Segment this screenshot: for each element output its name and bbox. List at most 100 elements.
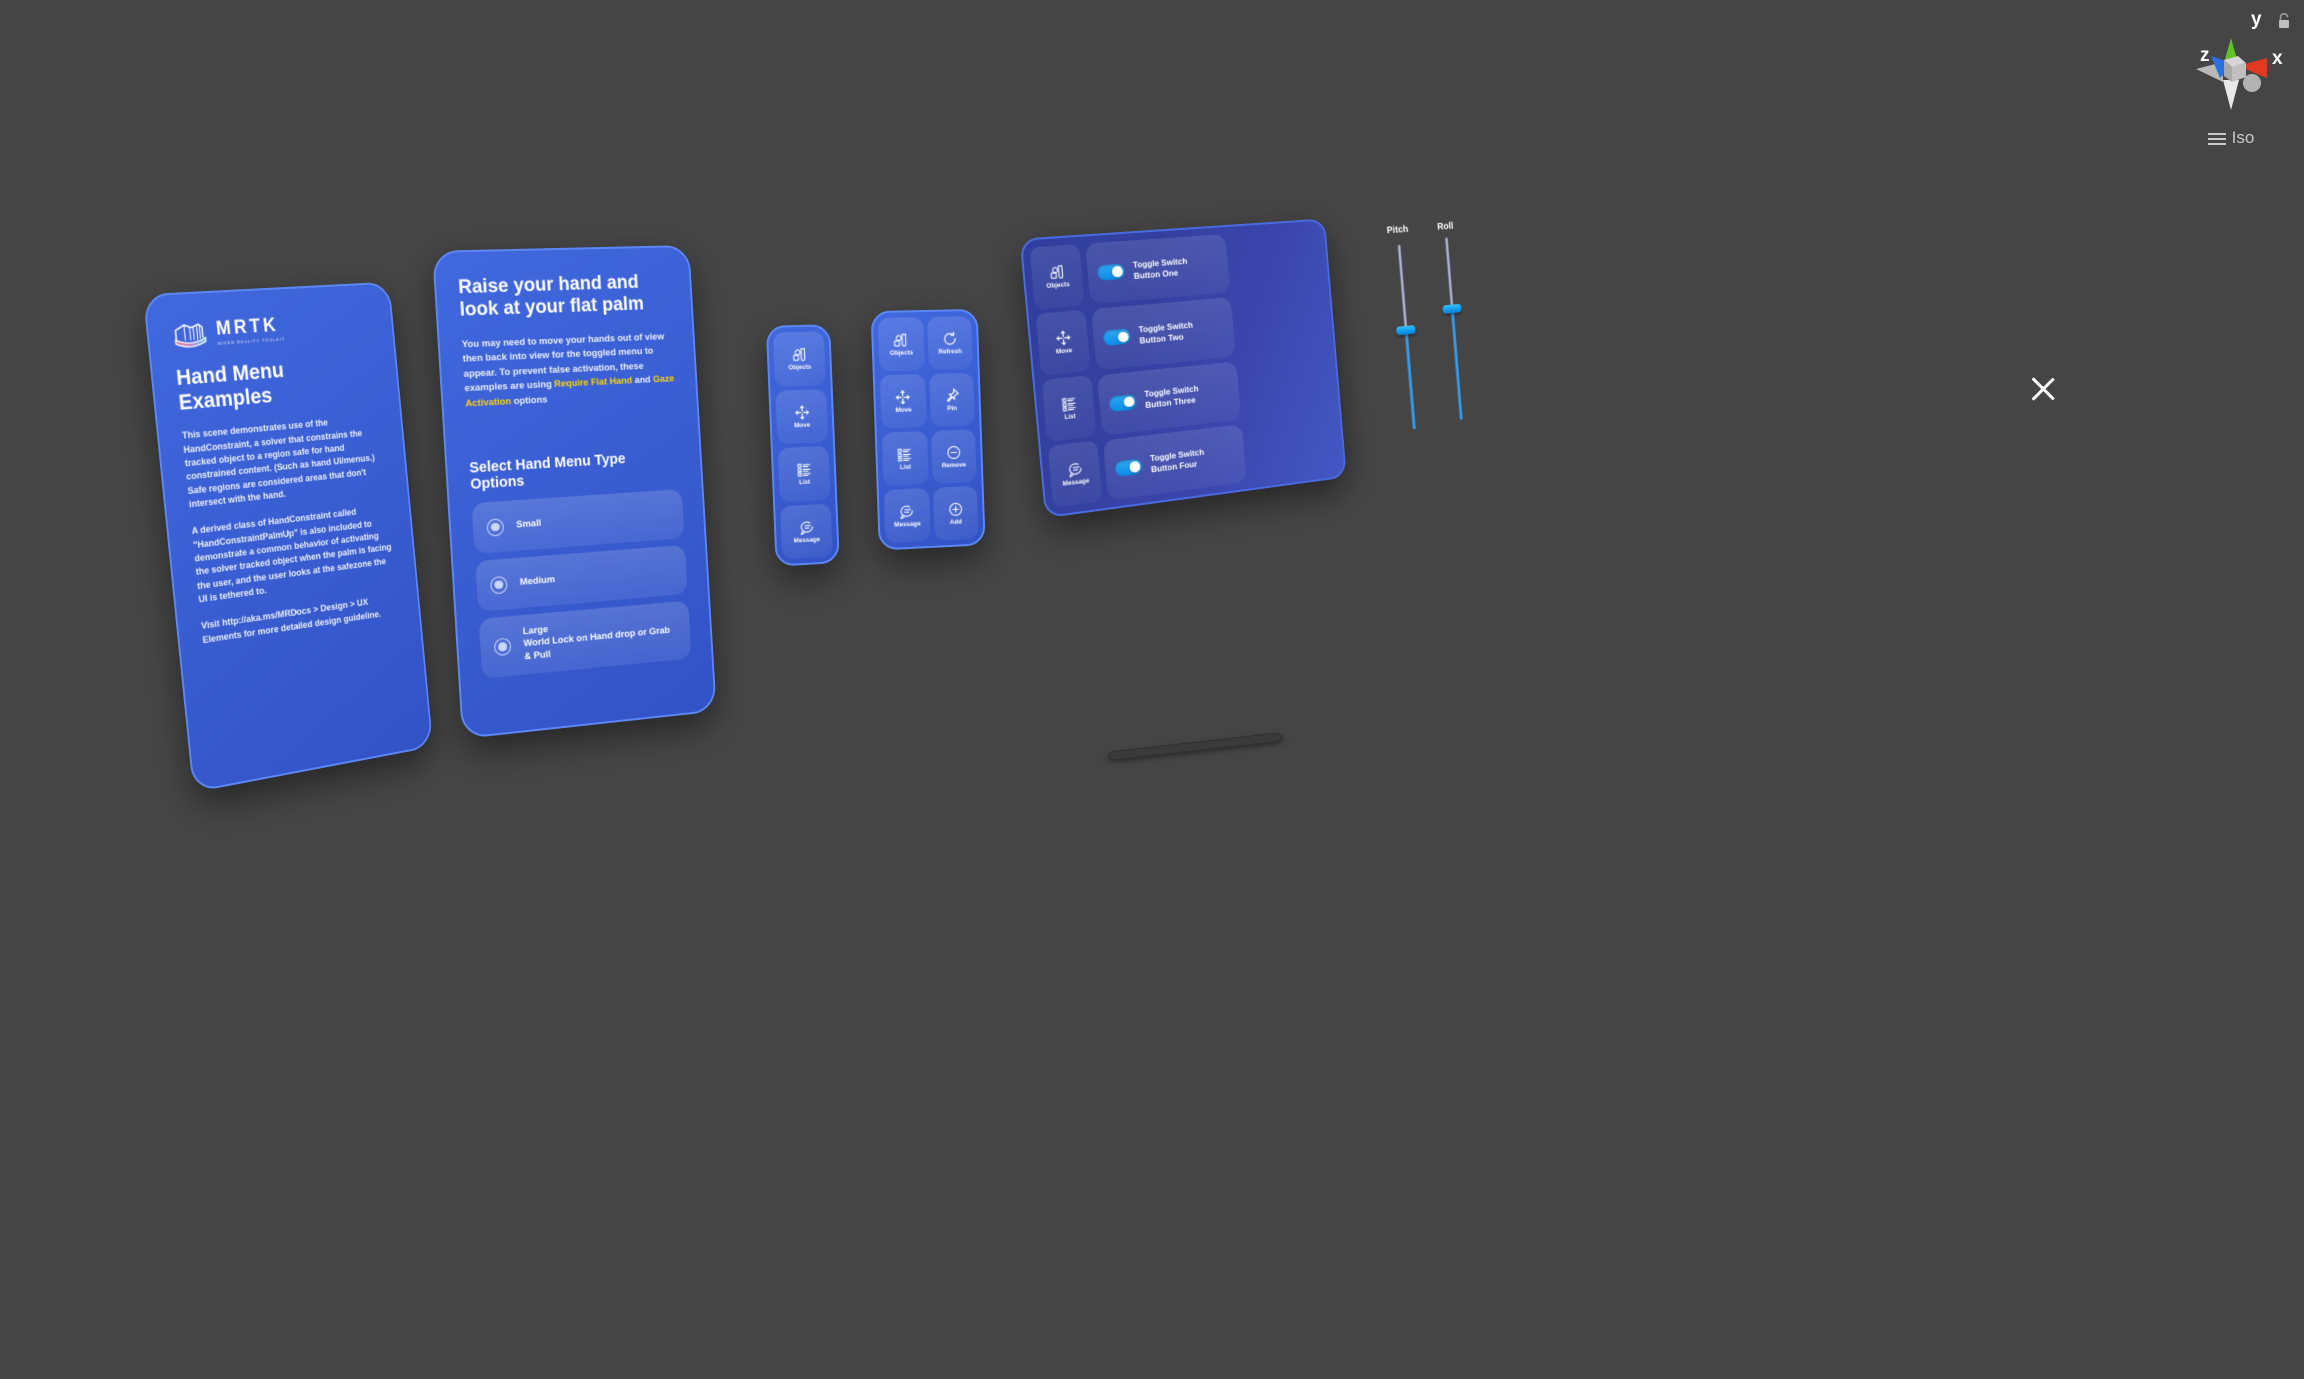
axis-label-z: z xyxy=(2200,45,2210,66)
info-paragraph-2: A derived class of HandConstraint called… xyxy=(191,505,392,605)
menu-button-message[interactable]: Message xyxy=(1047,440,1103,508)
axis-label-y: y xyxy=(2251,9,2262,30)
menu-button-list[interactable]: List xyxy=(881,431,929,486)
menu-button-refresh[interactable]: Refresh xyxy=(926,315,973,370)
pitch-slider-label: Pitch xyxy=(1386,223,1409,237)
menu-button-remove[interactable]: Remove xyxy=(930,429,977,484)
radio-option-large[interactable]: Large World Lock on Hand drop or Grab & … xyxy=(478,600,692,680)
move-icon xyxy=(1054,329,1072,348)
menu-button-move[interactable]: Move xyxy=(1035,309,1091,376)
menu-button-label: Move xyxy=(895,406,912,414)
toggle-switch-two[interactable] xyxy=(1102,328,1132,347)
info-body: This scene demonstrates use of the HandC… xyxy=(181,411,399,646)
raise-hand-title: Raise your hand and look at your flat pa… xyxy=(457,271,645,321)
mrtk-headset-icon xyxy=(171,320,210,353)
roll-slider-label: Roll xyxy=(1436,220,1454,233)
objects-icon xyxy=(791,348,806,363)
toggle-switch-row-one[interactable]: Toggle Switch Button One xyxy=(1085,234,1231,305)
menu-button-label: Add xyxy=(949,518,963,526)
menu-button-label: Objects xyxy=(889,349,914,357)
menu-button-list[interactable]: List xyxy=(777,445,831,502)
raise-body-part-3: options xyxy=(510,393,548,407)
slider-group: Pitch Roll xyxy=(1231,220,1463,482)
pitch-slider[interactable]: Pitch xyxy=(1378,221,1436,462)
radio-indicator-icon xyxy=(493,637,512,657)
radio-indicator-icon xyxy=(489,575,508,594)
hand-menu-examples-info-panel: MRTK MIXED REALITY TOOLKIT Hand Menu Exa… xyxy=(142,281,434,793)
toggle-switch-three[interactable] xyxy=(1108,393,1138,412)
toggle-switch-two-label: Toggle Switch Button Two xyxy=(1138,319,1194,346)
radio-option-label: Large World Lock on Hand drop or Grab & … xyxy=(523,612,679,663)
pin-icon xyxy=(943,387,960,404)
menu-button-label: List xyxy=(798,478,811,487)
toggle-switch-one[interactable] xyxy=(1096,263,1126,281)
hand-menu-type-radio-group: Small Medium Large World Lock on Hand dr… xyxy=(471,489,692,680)
menu-button-label: Objects xyxy=(788,363,812,372)
page-title: Hand Menu Examples xyxy=(175,357,285,416)
backplate-slab xyxy=(1108,732,1283,761)
toggle-switch-list: Toggle Switch Button One Toggle Switch B… xyxy=(1085,234,1247,501)
menu-button-label: Message xyxy=(793,535,821,545)
toggle-switch-one-label: Toggle Switch Button One xyxy=(1132,255,1188,281)
move-icon xyxy=(894,388,911,406)
menu-button-label: List xyxy=(1064,413,1077,422)
radio-indicator-icon xyxy=(486,517,505,537)
radio-option-medium-label: Medium xyxy=(519,573,556,588)
refresh-icon xyxy=(941,330,958,347)
select-hand-menu-type-heading: Select Hand Menu Type Options xyxy=(468,451,626,494)
info-paragraph-1: This scene demonstrates use of the HandC… xyxy=(181,416,376,510)
menu-button-label: Refresh xyxy=(938,347,962,356)
message-icon xyxy=(898,502,915,520)
menu-button-label: List xyxy=(899,463,912,471)
list-icon xyxy=(1060,394,1078,413)
menu-button-label: Objects xyxy=(1046,281,1071,291)
toggle-switch-row-three[interactable]: Toggle Switch Button Three xyxy=(1096,360,1242,436)
objects-icon xyxy=(1048,263,1066,282)
raise-hand-body: You may need to move your hands out of v… xyxy=(461,330,676,411)
toggle-switch-row-two[interactable]: Toggle Switch Button Two xyxy=(1091,297,1236,370)
menu-button-message[interactable]: Message xyxy=(883,488,931,544)
remove-icon xyxy=(945,444,962,462)
raise-body-part-2: and xyxy=(631,374,654,387)
menu-button-objects[interactable]: Objects xyxy=(772,331,826,387)
radio-option-label: Small xyxy=(516,517,542,531)
roll-slider-fill xyxy=(1450,308,1463,420)
menu-button-move[interactable]: Move xyxy=(879,374,927,429)
projection-mode-toggle[interactable]: Iso xyxy=(2166,128,2296,148)
pitch-slider-fill xyxy=(1404,329,1416,430)
roll-slider-thumb[interactable] xyxy=(1442,303,1462,314)
radio-option-small[interactable]: Small xyxy=(471,489,685,555)
require-flat-hand-highlight: Require Flat Hand xyxy=(553,375,633,391)
add-icon xyxy=(947,500,964,518)
toggle-switch-three-label: Toggle Switch Button Three xyxy=(1144,383,1200,411)
menu-button-pin[interactable]: Pin xyxy=(928,372,975,427)
mrtk-logo: MRTK MIXED REALITY TOOLKIT xyxy=(171,310,373,353)
menu-button-label: Move xyxy=(1055,347,1073,357)
toggle-switch-four[interactable] xyxy=(1114,458,1143,477)
scene-view-gizmo[interactable]: y x z Iso xyxy=(2166,4,2296,164)
toggle-switch-four-label: Toggle Switch Button Four xyxy=(1150,447,1206,476)
close-icon[interactable] xyxy=(2026,372,2060,406)
mrtk-wordmark: MRTK xyxy=(215,314,280,340)
menu-button-list[interactable]: List xyxy=(1041,375,1097,443)
toggle-switch-row-four[interactable]: Toggle Switch Button Four xyxy=(1102,423,1247,501)
menu-button-message[interactable]: Message xyxy=(780,503,833,560)
pitch-slider-thumb[interactable] xyxy=(1396,325,1416,336)
menu-button-label: Message xyxy=(1062,477,1090,489)
hand-menu-small: Objects Move List Message xyxy=(765,324,840,567)
menu-button-objects[interactable]: Objects xyxy=(1029,244,1085,310)
menu-bars-icon xyxy=(2207,132,2226,145)
roll-slider[interactable]: Roll xyxy=(1426,218,1482,456)
menu-button-move[interactable]: Move xyxy=(775,388,829,445)
unity-scene-view: y x z Iso MRTK MIXED REALITY TOOLKIT Han… xyxy=(0,0,2304,1379)
menu-button-objects[interactable]: Objects xyxy=(877,317,925,372)
radio-option-medium[interactable]: Medium xyxy=(475,544,688,612)
radio-option-small-label: Small xyxy=(515,517,542,531)
raise-hand-panel: Raise your hand and look at your flat pa… xyxy=(432,244,717,740)
hand-menu-large: Objects Move List Message Toggle Switch … xyxy=(1019,218,1463,519)
menu-button-label: Remove xyxy=(941,461,967,470)
menu-button-label: Move xyxy=(794,421,811,429)
message-icon xyxy=(798,518,815,535)
objects-icon xyxy=(892,331,909,348)
menu-button-add[interactable]: Add xyxy=(932,485,979,541)
